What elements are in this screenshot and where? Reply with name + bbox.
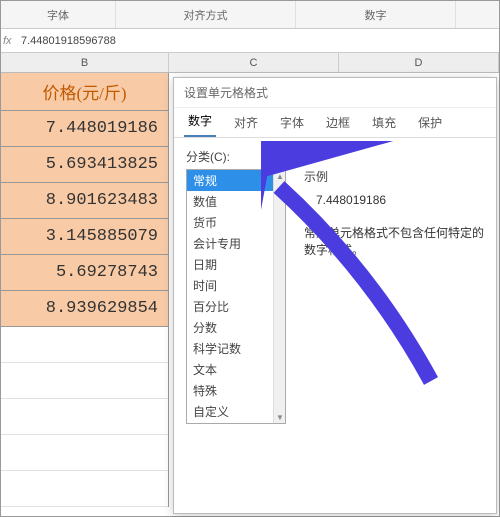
scroll-up-icon[interactable]: ▲: [274, 170, 286, 182]
category-item-accounting[interactable]: 会计专用: [187, 233, 285, 254]
tab-fill[interactable]: 填充: [368, 108, 400, 137]
scroll-down-icon[interactable]: ▼: [274, 411, 286, 423]
category-item-currency[interactable]: 货币: [187, 212, 285, 233]
col-header-d[interactable]: D: [339, 53, 499, 72]
sample-area: 示例 7.448019186 常规单元格格式不包含任何特定的数字格式。: [304, 168, 488, 259]
category-item-number[interactable]: 数值: [187, 191, 285, 212]
format-description: 常规单元格格式不包含任何特定的数字格式。: [304, 225, 488, 259]
format-cells-dialog: 设置单元格格式 数字 对齐 字体 边框 填充 保护 分类(C): 常规 数值 货…: [173, 77, 497, 514]
cell-data[interactable]: 3.145885079: [1, 219, 168, 255]
cell-blank[interactable]: [1, 435, 168, 471]
category-item-time[interactable]: 时间: [187, 275, 285, 296]
cell-data[interactable]: 5.69278743: [1, 255, 168, 291]
formula-bar: fx: [1, 29, 499, 53]
tab-alignment[interactable]: 对齐: [230, 108, 262, 137]
column-b: 价格(元/斤) 7.448019186 5.693413825 8.901623…: [1, 73, 169, 507]
category-listbox[interactable]: 常规 数值 货币 会计专用 日期 时间 百分比 分数 科学记数 文本 特殊 自定…: [186, 169, 286, 424]
ribbon-group-align: 对齐方式: [116, 1, 296, 28]
tab-protection[interactable]: 保护: [414, 108, 446, 137]
cell-data[interactable]: 8.939629854: [1, 291, 168, 327]
category-label: 分类(C):: [186, 148, 484, 165]
category-item-fraction[interactable]: 分数: [187, 317, 285, 338]
category-item-special[interactable]: 特殊: [187, 380, 285, 401]
cell-blank[interactable]: [1, 471, 168, 507]
tab-font[interactable]: 字体: [276, 108, 308, 137]
category-item-date[interactable]: 日期: [187, 254, 285, 275]
dialog-tabs: 数字 对齐 字体 边框 填充 保护: [174, 108, 496, 138]
cell-blank[interactable]: [1, 399, 168, 435]
fx-label: fx: [3, 35, 21, 47]
cell-header[interactable]: 价格(元/斤): [1, 73, 168, 111]
formula-input[interactable]: [21, 35, 499, 47]
category-item-general[interactable]: 常规: [187, 170, 285, 191]
category-item-custom[interactable]: 自定义: [187, 401, 285, 422]
cell-data[interactable]: 8.901623483: [1, 183, 168, 219]
listbox-scrollbar[interactable]: ▲ ▼: [273, 170, 285, 423]
dialog-title: 设置单元格格式: [174, 78, 496, 108]
tab-border[interactable]: 边框: [322, 108, 354, 137]
category-item-scientific[interactable]: 科学记数: [187, 338, 285, 359]
column-headers: B C D: [1, 53, 499, 73]
col-header-c[interactable]: C: [169, 53, 339, 72]
col-header-b[interactable]: B: [1, 53, 169, 72]
ribbon-bar: 字体 对齐方式 数字: [1, 1, 499, 29]
sample-value: 7.448019186: [316, 193, 488, 207]
category-item-text[interactable]: 文本: [187, 359, 285, 380]
sample-label: 示例: [304, 168, 488, 185]
cell-blank[interactable]: [1, 327, 168, 363]
cell-data[interactable]: 7.448019186: [1, 111, 168, 147]
cell-blank[interactable]: [1, 363, 168, 399]
ribbon-group-number: 数字: [296, 1, 456, 28]
ribbon-group-font: 字体: [1, 1, 116, 28]
cell-data[interactable]: 5.693413825: [1, 147, 168, 183]
tab-number[interactable]: 数字: [184, 106, 216, 137]
category-item-percentage[interactable]: 百分比: [187, 296, 285, 317]
dialog-body: 分类(C): 常规 数值 货币 会计专用 日期 时间 百分比 分数 科学记数 文…: [174, 138, 496, 434]
